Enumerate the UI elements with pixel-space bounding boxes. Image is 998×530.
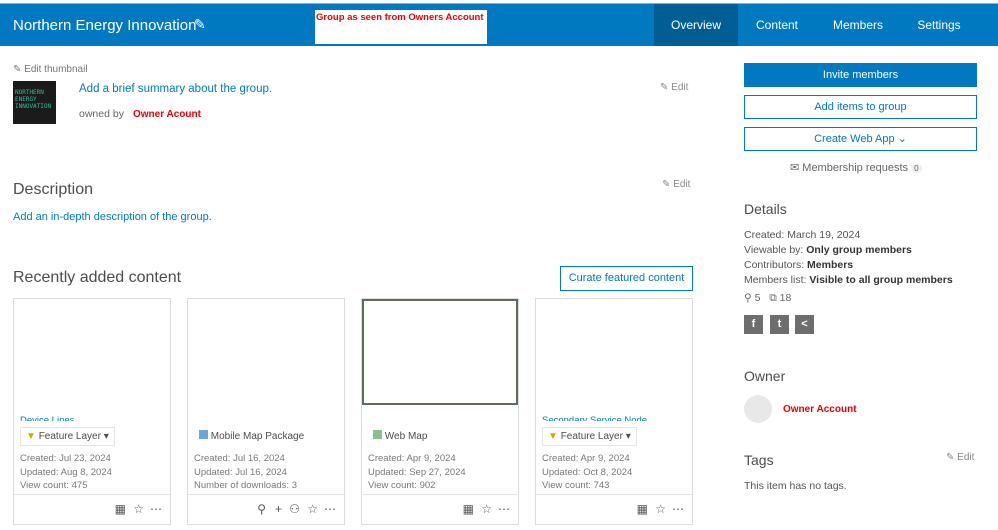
twitter-icon[interactable]: t [770, 315, 789, 334]
items-icon: ⧉ [769, 292, 780, 304]
group-header: Northern Energy Innovation ✎ Group as se… [0, 3, 998, 46]
card-type[interactable]: ▼ Feature Layer ▾ [542, 427, 637, 446]
card-thumbnail[interactable] [536, 299, 692, 405]
star-icon[interactable]: ☆ [133, 502, 144, 516]
card-meta: Created: Apr 9, 2024 Updated: Sep 27, 202… [368, 453, 466, 491]
group-thumbnail: NORTHERN ENERGY INNOVATION [13, 81, 56, 124]
share-icon[interactable]: < [795, 315, 814, 334]
create-web-app-button[interactable]: Create Web App ⌄ [744, 127, 977, 151]
organization-icon[interactable]: ▦ [637, 502, 648, 516]
content-card[interactable]: Secondary Service Node ▼ Feature Layer ▾ C… [535, 298, 693, 525]
tags-empty: This item has no tags. [744, 480, 847, 492]
map-icon [199, 430, 208, 439]
content-card[interactable]: Web Map Created: Apr 9, 2024 Updated: Sep … [361, 298, 519, 525]
card-footer: ⚲ + ⚇ ☆ ⋯ [188, 494, 344, 524]
pencil-icon: ✎ [660, 82, 672, 93]
tab-content[interactable]: Content [738, 4, 816, 46]
tab-members[interactable]: Members [816, 4, 900, 46]
star-icon[interactable]: ☆ [655, 502, 666, 516]
card-type: Mobile Map Package [194, 427, 309, 445]
chevron-down-icon: ⌄ [897, 133, 907, 145]
owner-avatar [744, 395, 772, 423]
card-footer: ▦ ☆ ⋯ [362, 494, 518, 524]
annotation-label: Group as seen from Owners Account [315, 10, 487, 44]
pencil-icon: ✎ [662, 179, 674, 190]
edit-summary-button[interactable]: ✎ Edit [660, 82, 688, 93]
edit-thumbnail-link[interactable]: ✎ Edit thumbnail [13, 64, 88, 75]
membership-requests-link[interactable]: ✉ Membership requests 0 [790, 161, 922, 174]
edit-tags-button[interactable]: ✎ Edit [946, 452, 974, 463]
members-icon: ⚲ [744, 292, 755, 304]
invite-members-button[interactable]: Invite members [744, 63, 977, 87]
detail-created: Created: March 19, 2024 [744, 229, 861, 241]
pencil-icon: ✎ [946, 452, 958, 463]
requests-count-badge: 0 [911, 164, 922, 173]
card-footer: ▦ ☆ ⋯ [14, 494, 170, 524]
members-icon[interactable]: ⚲ [257, 502, 266, 516]
card-meta: Created: Jul 16, 2024 Updated: Jul 16, 20… [194, 453, 297, 491]
content-card[interactable]: Mobile Map Package Created: Jul 16, 2024 U… [187, 298, 345, 525]
card-footer: ▦ ☆ ⋯ [536, 494, 692, 524]
more-options-icon[interactable]: ⋯ [672, 502, 684, 516]
card-title[interactable]: Secondary Service Node [542, 414, 647, 421]
map-icon [373, 430, 382, 439]
add-icon[interactable]: + [275, 502, 282, 516]
more-options-icon[interactable]: ⋯ [150, 502, 162, 516]
owner-name-link[interactable]: Owner Account [783, 404, 857, 415]
more-options-icon[interactable]: ⋯ [324, 502, 336, 516]
tags-heading: Tags [744, 452, 774, 468]
group-counts: ⚲ 5 ⧉ 18 [744, 292, 792, 304]
owner-heading: Owner [744, 368, 786, 384]
card-title[interactable]: Device Lines [20, 414, 74, 421]
detail-viewable: Viewable by: Only group members [744, 244, 912, 256]
group-title: Northern Energy Innovation [13, 17, 197, 34]
card-thumbnail[interactable] [362, 299, 518, 405]
tab-settings[interactable]: Settings [900, 4, 978, 46]
card-type: Web Map [368, 427, 432, 445]
facebook-icon[interactable]: f [744, 315, 763, 334]
summary-placeholder[interactable]: Add a brief summary about the group. [79, 83, 272, 95]
feature-layer-icon: ▼ [548, 431, 558, 442]
owner-link[interactable]: Owner Acount [133, 109, 201, 120]
feature-layer-icon: ▼ [26, 431, 36, 442]
curate-featured-button[interactable]: Curate featured content [560, 266, 693, 291]
owned-by-label: owned by [79, 108, 124, 120]
more-options-icon[interactable]: ⋯ [498, 502, 510, 516]
card-meta: Created: Apr 9, 2024 Updated: Oct 8, 2024… [542, 453, 633, 491]
detail-members-list: Members list: Visible to all group membe… [744, 274, 953, 286]
share-group-icon[interactable]: ⚇ [289, 502, 300, 516]
caret-down-icon: ▾ [103, 431, 109, 442]
envelope-icon: ✉ [790, 162, 803, 174]
pencil-icon: ✎ [13, 64, 25, 75]
add-items-button[interactable]: Add items to group [744, 95, 977, 119]
star-icon[interactable]: ☆ [481, 502, 492, 516]
star-icon[interactable]: ☆ [307, 502, 318, 516]
description-placeholder[interactable]: Add an in-depth description of the group… [13, 211, 212, 223]
caret-down-icon: ▾ [625, 431, 631, 442]
edit-description-button[interactable]: ✎ Edit [662, 179, 690, 190]
organization-icon[interactable]: ▦ [463, 502, 474, 516]
content-card[interactable]: Device Lines ▼ Feature Layer ▾ Created: Ju… [13, 298, 171, 525]
tab-overview[interactable]: Overview [654, 4, 738, 46]
recent-content-heading: Recently added content [13, 269, 182, 286]
card-meta: Created: Jul 23, 2024 Updated: Aug 8, 202… [20, 453, 112, 491]
card-thumbnail[interactable] [14, 299, 170, 405]
details-list: Created: March 19, 2024 Viewable by: Onl… [744, 228, 953, 288]
description-heading: Description [13, 181, 94, 198]
card-type[interactable]: ▼ Feature Layer ▾ [20, 427, 115, 446]
edit-title-pencil-icon[interactable]: ✎ [194, 16, 206, 33]
details-heading: Details [744, 201, 787, 217]
detail-contributors: Contributors: Members [744, 259, 854, 271]
card-thumbnail[interactable] [188, 299, 344, 405]
organization-icon[interactable]: ▦ [115, 502, 126, 516]
